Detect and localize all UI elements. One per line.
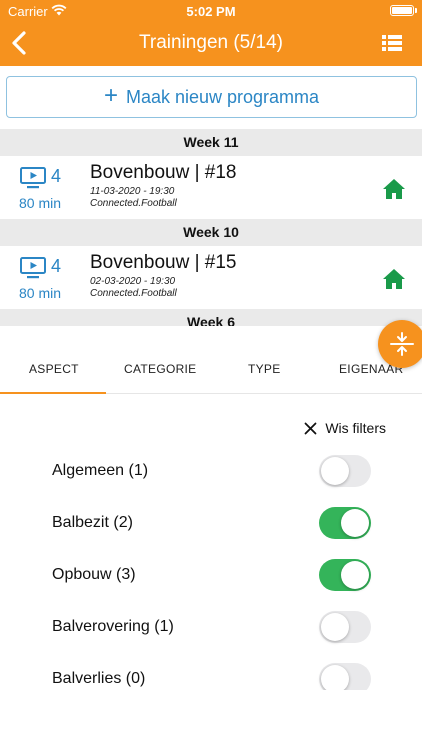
filter-label-opbouw: Opbouw (3) xyxy=(52,566,136,583)
close-icon xyxy=(304,422,317,434)
tab-aspect[interactable]: ASPECT xyxy=(29,362,79,376)
training-title: Bovenbouw | #18 xyxy=(90,162,237,183)
plus-icon: + xyxy=(103,81,118,109)
exercise-count: 4 xyxy=(51,166,62,186)
battery-icon xyxy=(390,5,414,16)
page-title: Trainingen (5/14) xyxy=(139,32,283,53)
battery-tip xyxy=(415,8,417,13)
filter-label-balverlies: Balverlies (0) xyxy=(52,670,146,687)
clear-filters-button[interactable]: Wis filters xyxy=(304,420,386,436)
nav-bar: Carrier 5:02 PM Trainingen (5/14) xyxy=(0,0,422,66)
clear-filters-label: Wis filters xyxy=(325,420,386,436)
video-screen-icon xyxy=(20,167,46,189)
tab-type[interactable]: TYPE xyxy=(248,362,281,376)
home-icon xyxy=(383,179,405,199)
filter-label-balverovering: Balverovering (1) xyxy=(52,618,174,635)
active-tab-indicator xyxy=(0,392,106,394)
collapse-panel-button[interactable] xyxy=(378,320,422,368)
status-bar: Carrier 5:02 PM xyxy=(0,0,422,22)
bottom-safe-area xyxy=(0,690,422,750)
list-view-icon[interactable] xyxy=(382,35,402,51)
training-title: Bovenbouw | #15 xyxy=(90,252,237,273)
toggle-knob xyxy=(321,665,349,693)
compress-vertical-icon xyxy=(390,332,414,356)
toggle-balverovering[interactable] xyxy=(319,611,371,643)
toggle-algemeen[interactable] xyxy=(319,455,371,487)
duration-label: 80 min xyxy=(19,285,62,301)
video-screen-icon xyxy=(20,257,46,279)
home-icon xyxy=(383,269,405,289)
training-datetime: 02-03-2020 - 19:30 xyxy=(90,276,176,287)
toggle-knob xyxy=(341,561,369,589)
duration-label: 80 min xyxy=(19,195,62,211)
training-owner: Connected.Football xyxy=(90,198,177,209)
toggle-knob xyxy=(321,457,349,485)
toggle-opbouw[interactable] xyxy=(319,559,371,591)
filter-label-algemeen: Algemeen (1) xyxy=(52,462,149,479)
app-screen: Carrier 5:02 PM Trainingen (5/14) + Maak… xyxy=(0,0,422,750)
clock: 5:02 PM xyxy=(186,4,236,19)
toggle-knob xyxy=(341,509,369,537)
exercise-count: 4 xyxy=(51,256,62,276)
filter-tabs: ASPECT CATEGORIE TYPE EIGENAAR xyxy=(0,342,422,394)
new-program-button[interactable]: + Maak nieuw programma xyxy=(6,76,417,118)
new-program-label: Maak nieuw programma xyxy=(125,86,320,107)
week-header: Week 11 xyxy=(0,129,422,156)
training-owner: Connected.Football xyxy=(90,288,177,299)
tab-categorie[interactable]: CATEGORIE xyxy=(124,362,197,376)
training-row[interactable]: 4 80 min Bovenbouw | #18 11-03-2020 - 19… xyxy=(0,156,422,220)
filter-label-balbezit: Balbezit (2) xyxy=(52,514,133,531)
toggle-balbezit[interactable] xyxy=(319,507,371,539)
week-header: Week 10 xyxy=(0,219,422,246)
training-row[interactable]: 4 80 min Bovenbouw | #15 02-03-2020 - 19… xyxy=(0,246,422,310)
toggle-knob xyxy=(321,613,349,641)
training-datetime: 11-03-2020 - 19:30 xyxy=(90,186,175,197)
